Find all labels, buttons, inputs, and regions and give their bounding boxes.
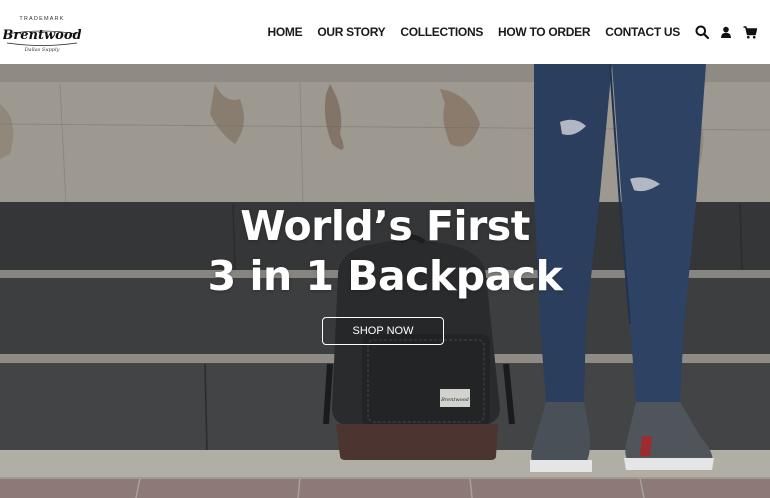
main-nav: HOME OUR STORY COLLECTIONS HOW TO ORDER …	[268, 0, 681, 64]
nav-home[interactable]: HOME	[268, 25, 303, 39]
hero-title-line-1: World’s First	[240, 202, 530, 250]
brand-logo[interactable]: TRADEMARK Brentwood Dallas Supply	[3, 12, 81, 54]
user-icon[interactable]	[718, 24, 734, 40]
nav-contact-us[interactable]: CONTACT US	[605, 25, 680, 39]
cart-icon[interactable]	[742, 24, 758, 40]
logo-brand-text: Brentwood	[3, 28, 81, 43]
hero-title-line-2: 3 in 1 Backpack	[207, 252, 563, 300]
logo-trademark-text: TRADEMARK	[19, 16, 64, 22]
backpack-patch-text: Brentwood	[440, 397, 469, 403]
logo-sub-text: Dallas Supply	[24, 47, 60, 53]
nav-collections[interactable]: COLLECTIONS	[400, 25, 483, 39]
nav-how-to-order[interactable]: HOW TO ORDER	[498, 25, 590, 39]
shop-now-button[interactable]: SHOP NOW	[322, 317, 444, 345]
nav-our-story[interactable]: OUR STORY	[317, 25, 385, 39]
hero-banner: Brentwood World’s First 3 in 1 Backpack …	[0, 64, 770, 498]
search-icon[interactable]	[694, 24, 710, 40]
site-header: TRADEMARK Brentwood Dallas Supply HOME O…	[0, 0, 770, 64]
header-icons	[694, 0, 758, 64]
